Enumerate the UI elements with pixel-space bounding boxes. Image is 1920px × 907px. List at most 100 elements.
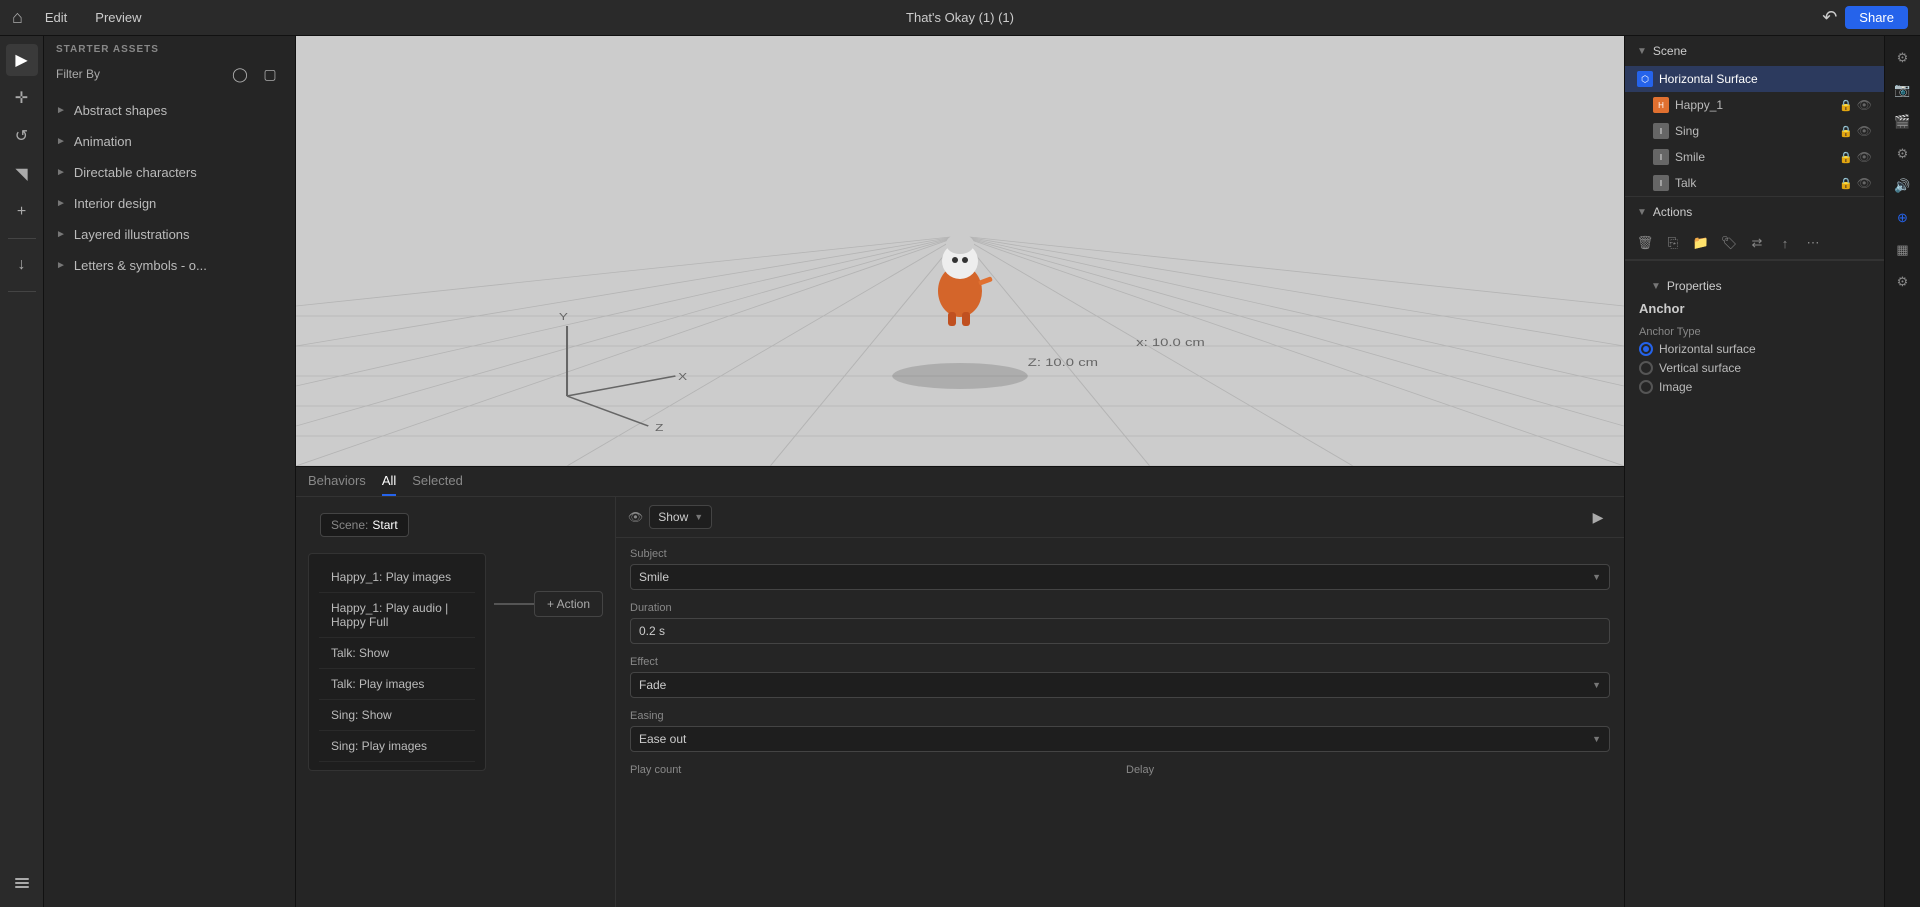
eye-icon[interactable]: 👁 xyxy=(1857,98,1872,112)
lock-icon[interactable]: 🔒 xyxy=(1839,177,1853,190)
lock-icon[interactable]: 🔒 xyxy=(1839,99,1853,112)
easing-group: Easing Ease out ▼ xyxy=(630,710,1610,752)
menu-edit[interactable]: Edit xyxy=(39,6,73,29)
chevron-down-icon: ▼ xyxy=(1592,734,1601,744)
sidebar-item-letters-symbols[interactable]: ► Letters & symbols - o... xyxy=(44,250,295,281)
split-action-button[interactable]: ⇄ xyxy=(1745,231,1769,255)
sidebar-header: STARTER ASSETS xyxy=(44,36,295,61)
chevron-icon: ► xyxy=(56,198,66,209)
action-item-2[interactable]: Happy_1: Play audio | Happy Full xyxy=(319,593,475,638)
action-item-6[interactable]: Sing: Play images xyxy=(319,731,475,762)
scene-value: Start xyxy=(372,518,397,532)
action-item-4[interactable]: Talk: Play images xyxy=(319,669,475,700)
eye-icon[interactable]: 👁 xyxy=(1857,124,1872,138)
scene-panel-header[interactable]: ▼ Scene xyxy=(1625,36,1884,66)
layers-icon[interactable] xyxy=(6,867,38,899)
down-tool[interactable]: ↓ xyxy=(6,249,38,281)
delete-action-button[interactable]: 🗑 xyxy=(1633,231,1657,255)
duration-group: Duration 0.2 s xyxy=(630,602,1610,644)
scene-label: Scene: xyxy=(331,518,368,532)
sidebar-item-directable-chars[interactable]: ► Directable characters xyxy=(44,157,295,188)
video-icon[interactable]: 🎬 xyxy=(1889,108,1917,136)
settings-icon[interactable]: ⚙ xyxy=(1889,44,1917,72)
menu-preview[interactable]: Preview xyxy=(89,6,147,29)
effect-select[interactable]: Fade ▼ xyxy=(630,672,1610,698)
play-button[interactable]: ▶ xyxy=(1584,503,1612,531)
scene-start-button[interactable]: Scene: Start xyxy=(320,513,409,537)
settings2-icon[interactable]: ⚙ xyxy=(1889,140,1917,168)
eye-icon[interactable]: 👁 xyxy=(1857,176,1872,190)
filter-image-icon[interactable]: ▢ xyxy=(257,61,283,87)
add-action-button[interactable]: + Action xyxy=(534,591,603,617)
action-items-wrapper: Happy_1: Play images Happy_1: Play audio… xyxy=(308,553,486,771)
scene-panel: ▼ Scene ⬡ Horizontal Surface H Happy_1 🔒… xyxy=(1625,36,1884,197)
folder-action-button[interactable]: 📁 xyxy=(1689,231,1713,255)
effect-group: Effect Fade ▼ xyxy=(630,656,1610,698)
settings3-icon[interactable]: ⚙ xyxy=(1889,268,1917,296)
lock-icon[interactable]: 🔒 xyxy=(1839,151,1853,164)
filter-icons: ◯ ▢ xyxy=(227,61,283,87)
delay-group: Delay xyxy=(1126,764,1610,776)
share-button[interactable]: Share xyxy=(1845,6,1908,29)
radio-horizontal-surface[interactable]: Horizontal surface xyxy=(1639,342,1870,356)
play-count-delay-row: Play count Delay xyxy=(630,764,1610,776)
scene-item-label: Sing xyxy=(1675,124,1833,138)
scene-item-horizontal-surface[interactable]: ⬡ Horizontal Surface xyxy=(1625,66,1884,92)
effect-value: Fade xyxy=(639,678,666,692)
add-tool[interactable]: + xyxy=(6,196,38,228)
rotate-tool[interactable]: ↺ xyxy=(6,120,38,152)
camera-icon[interactable]: 📷 xyxy=(1889,76,1917,104)
undo-button[interactable]: ↶ xyxy=(1822,7,1837,28)
tab-selected[interactable]: Selected xyxy=(412,473,463,496)
anchor-icon[interactable]: ⊕ xyxy=(1889,204,1917,232)
tab-behaviors[interactable]: Behaviors xyxy=(308,473,366,496)
sidebar-item-label: Abstract shapes xyxy=(74,103,167,118)
filter-motion-icon[interactable]: ◯ xyxy=(227,61,253,87)
bottom-panel: Behaviors All Selected Scene: Start xyxy=(296,466,1624,907)
easing-select[interactable]: Ease out ▼ xyxy=(630,726,1610,752)
radio-vertical-surface[interactable]: Vertical surface xyxy=(1639,361,1870,375)
chevron-icon: ► xyxy=(56,136,66,147)
lock-icon[interactable]: 🔒 xyxy=(1839,125,1853,138)
eye-icon[interactable]: 👁 xyxy=(1857,150,1872,164)
separator2 xyxy=(8,291,36,292)
home-icon[interactable]: ⌂ xyxy=(12,7,23,28)
scene-item-sing[interactable]: I Sing 🔒 👁 xyxy=(1625,118,1884,144)
properties-panel-header[interactable]: ▼ Properties xyxy=(1639,271,1870,301)
audio-icon[interactable]: 🔊 xyxy=(1889,172,1917,200)
tab-all[interactable]: All xyxy=(382,473,396,496)
show-dropdown[interactable]: Show ▼ xyxy=(649,505,712,529)
scene-item-smile[interactable]: I Smile 🔒 👁 xyxy=(1625,144,1884,170)
action-item-3[interactable]: Talk: Show xyxy=(319,638,475,669)
copy-action-button[interactable]: ⎘ xyxy=(1661,231,1685,255)
move-up-button[interactable]: ↑ xyxy=(1773,231,1797,255)
move-tool[interactable]: ✛ xyxy=(6,82,38,114)
sidebar-item-label: Layered illustrations xyxy=(74,227,190,242)
grid-icon[interactable]: ▦ xyxy=(1889,236,1917,264)
subject-select[interactable]: Smile ▼ xyxy=(630,564,1610,590)
scene-panel-title: Scene xyxy=(1653,44,1687,58)
add-action-connector: + Action xyxy=(486,553,603,625)
chevron-icon: ► xyxy=(56,167,66,178)
sidebar-item-layered-illustrations[interactable]: ► Layered illustrations xyxy=(44,219,295,250)
scene-item-actions: 🔒 👁 xyxy=(1839,124,1872,138)
action-item-1[interactable]: Happy_1: Play images xyxy=(319,562,475,593)
sidebar-item-interior-design[interactable]: ► Interior design xyxy=(44,188,295,219)
action-item-5[interactable]: Sing: Show xyxy=(319,700,475,731)
tag-action-button[interactable]: 🏷 xyxy=(1717,231,1741,255)
scene-item-happy1[interactable]: H Happy_1 🔒 👁 xyxy=(1625,92,1884,118)
more-action-button[interactable]: ⋯ xyxy=(1801,231,1825,255)
scene-start-row: Scene: Start xyxy=(296,497,615,553)
easing-value: Ease out xyxy=(639,732,686,746)
chevron-icon: ► xyxy=(56,105,66,116)
radio-image[interactable]: Image xyxy=(1639,380,1870,394)
select-tool[interactable]: ▶ xyxy=(6,44,38,76)
scale-tool[interactable]: ◥ xyxy=(6,158,38,190)
sidebar-item-abstract-shapes[interactable]: ► Abstract shapes xyxy=(44,95,295,126)
radio-btn-horizontal xyxy=(1639,342,1653,356)
duration-value[interactable]: 0.2 s xyxy=(630,618,1610,644)
scene-item-talk[interactable]: I Talk 🔒 👁 xyxy=(1625,170,1884,196)
char-icon: H xyxy=(1653,97,1669,113)
sidebar-item-animation[interactable]: ► Animation xyxy=(44,126,295,157)
actions-panel-header[interactable]: ▼ Actions xyxy=(1625,197,1884,227)
